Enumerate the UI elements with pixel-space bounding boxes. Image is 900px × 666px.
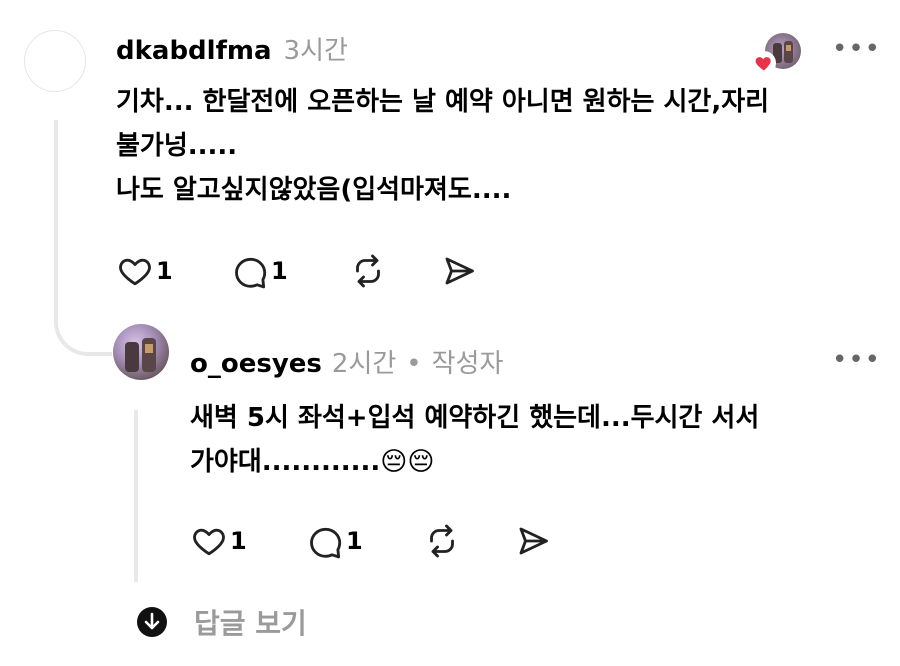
send-icon [519,527,548,555]
reply-time: 2시간 [331,349,397,379]
reply-more-button[interactable]: ••• [832,345,881,375]
pensive-emoji: 😔😔 [380,447,435,477]
heart-outline-icon [193,528,225,556]
see-replies-label: 답글 보기 [194,607,307,640]
comment-text: 기차... 한달전에 오픈하는 날 예약 아니면 원하는 시간,자리 불가넝..… [116,87,770,205]
repost-arrows-icon [430,524,454,558]
speech-bubble-icon [235,257,267,289]
arrow-down-circle-icon [137,607,167,637]
liked-heart-icon [752,51,776,75]
reply-reply-count: 1 [346,527,363,555]
comment-like-button[interactable]: 1 [116,253,173,289]
comment-avatar[interactable] [24,30,86,92]
repost-arrows-icon [356,254,380,288]
reply-header: o_oesyes 2시간 • 작성자 [190,343,503,380]
comment-reply-count: 1 [271,257,288,285]
comment-username[interactable]: dkabdlfma [116,36,272,66]
author-badge: 작성자 [431,349,504,379]
meta-separator: • [406,349,422,379]
reply-avatar[interactable] [113,324,169,380]
reply-text-body: 새벽 5시 좌석+입석 예약하긴 했는데...두시간 서서 가야대.......… [190,403,760,477]
comment-header: dkabdlfma 3시간 [116,30,348,67]
reply-like-count: 1 [230,527,247,555]
comment-time: 3시간 [283,36,348,66]
thread-connector [54,120,112,356]
comment-reply-button[interactable]: 1 [231,253,288,289]
comment-like-count: 1 [156,257,173,285]
send-icon [445,257,474,285]
reply-text: 새벽 5시 좌석+입석 예약하긴 했는데...두시간 서서 가야대.......… [190,396,870,484]
comment-repost-button[interactable] [348,253,388,293]
see-replies-button[interactable]: 답글 보기 [136,602,307,642]
speech-bubble-icon [310,527,342,559]
comment-share-button[interactable] [440,253,478,293]
reply-repost-button[interactable] [422,523,462,563]
reply-reply-button[interactable]: 1 [306,523,363,559]
reply-share-button[interactable] [514,523,552,563]
reply-username[interactable]: o_oesyes [190,349,322,379]
comment-more-button[interactable]: ••• [832,34,881,64]
more-dots-icon: ••• [832,345,882,375]
heart-outline-icon [119,258,151,286]
reply-like-button[interactable]: 1 [190,523,247,559]
reply-thread-line [134,410,138,582]
more-dots-icon: ••• [832,34,882,64]
